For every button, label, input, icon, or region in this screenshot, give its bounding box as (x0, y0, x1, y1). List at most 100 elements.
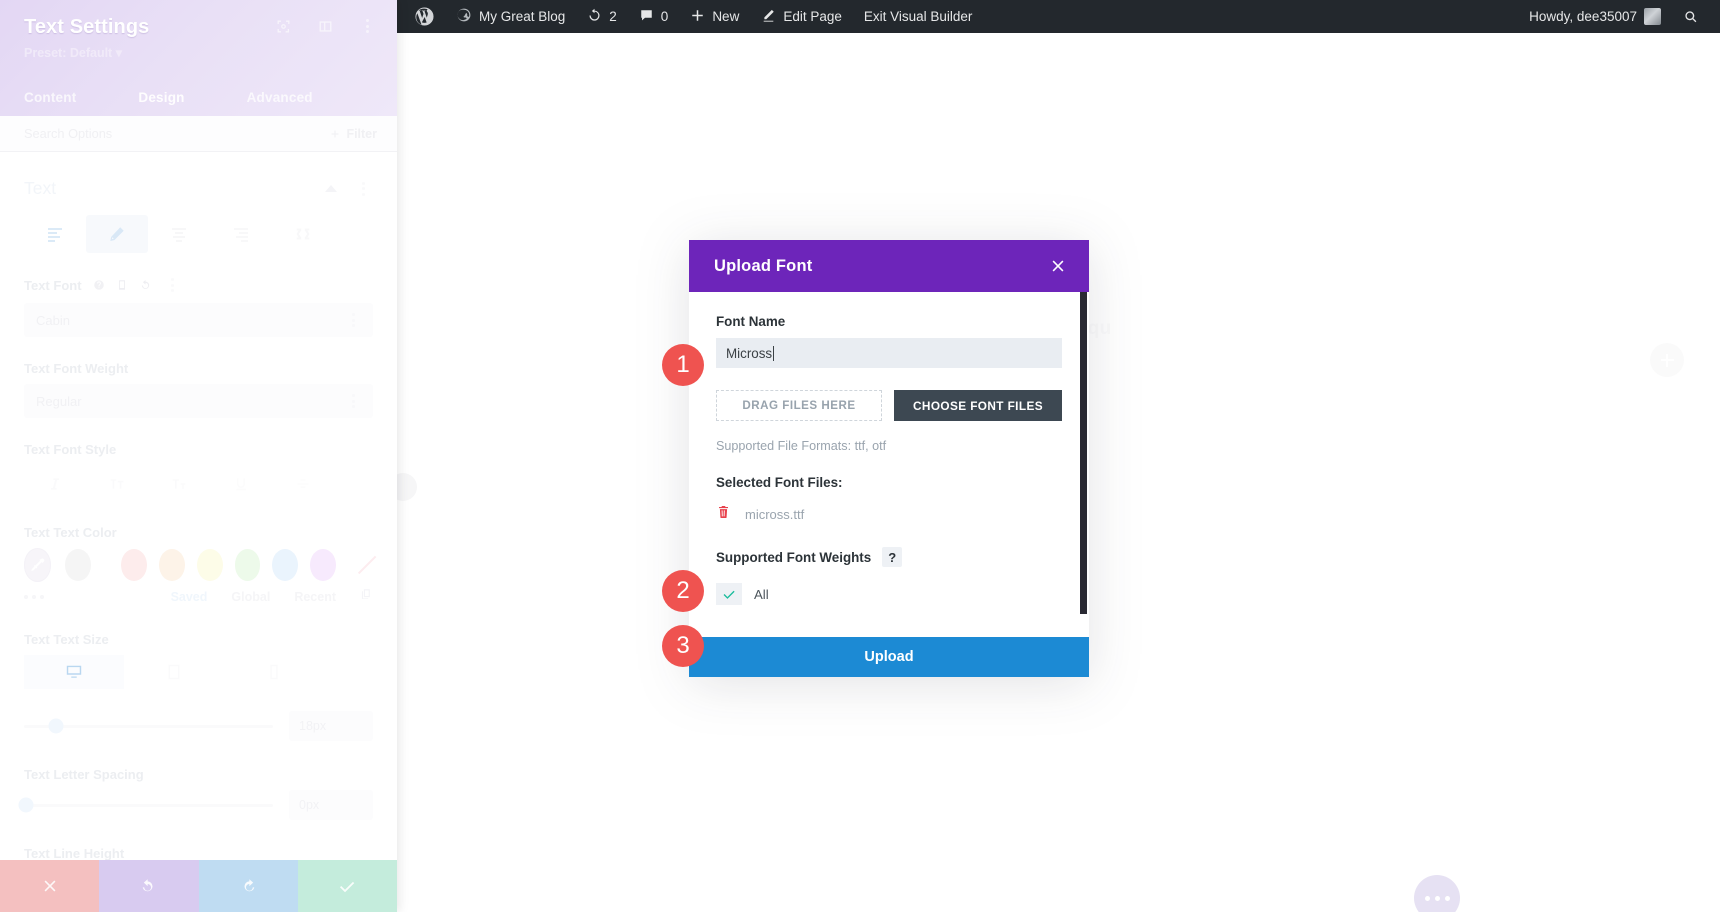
text-font-select[interactable]: Cabin (24, 303, 373, 337)
eyedropper-icon[interactable] (24, 548, 52, 582)
close-icon[interactable] (0, 860, 100, 912)
letter-spacing-slider[interactable] (18, 797, 273, 813)
align-justify-icon[interactable] (272, 215, 334, 253)
close-icon[interactable] (1047, 255, 1069, 277)
kebab-menu-icon[interactable] (357, 16, 377, 36)
search-input[interactable]: Search Options (24, 126, 112, 141)
tab-advanced[interactable]: Advanced (247, 90, 313, 116)
more-dots-icon[interactable] (1414, 875, 1460, 912)
row-handle[interactable] (397, 473, 417, 501)
align-center-icon[interactable] (148, 215, 210, 253)
trash-icon[interactable] (716, 504, 731, 525)
supported-formats-text: Supported File Formats: ttf, otf (716, 439, 887, 453)
uppercase-icon[interactable] (86, 465, 148, 503)
desktop-icon[interactable] (24, 655, 124, 689)
font-name-value: Micross (726, 345, 773, 361)
mobile-icon[interactable] (116, 279, 128, 291)
question-mark-icon[interactable]: ? (882, 547, 903, 567)
text-size-input[interactable]: 18px (289, 711, 373, 741)
text-font-value: Cabin (36, 312, 70, 328)
text-style-icon[interactable] (86, 215, 148, 253)
color-swatch-4[interactable] (234, 549, 261, 581)
plus-circle-icon[interactable] (1650, 343, 1684, 377)
font-name-input[interactable]: Micross (716, 338, 1062, 368)
upload-button[interactable]: Upload (689, 637, 1089, 677)
tab-saved[interactable]: Saved (171, 590, 208, 604)
color-swatch-3[interactable] (196, 549, 223, 581)
slider-knob[interactable] (18, 797, 34, 813)
choose-font-files-button[interactable]: CHOOSE FONT FILES (894, 390, 1062, 421)
layout-icon[interactable] (315, 16, 335, 36)
reset-icon[interactable] (139, 279, 152, 292)
letter-spacing-label-row: Text Letter Spacing (24, 767, 373, 782)
upload-font-modal: Upload Font Font Name Micross DRAG FILES… (689, 240, 1089, 677)
upload-button-label: Upload (864, 649, 914, 665)
text-size-slider[interactable] (24, 718, 273, 734)
underline-icon[interactable] (210, 465, 272, 503)
edit-page-button[interactable]: Edit Page (750, 0, 853, 33)
preset-selector[interactable]: Preset: Default ▾ (24, 45, 373, 60)
text-color-label-row: Text Text Color (24, 525, 373, 540)
comments-menu[interactable]: 0 (628, 0, 680, 33)
site-name-menu[interactable]: My Great Blog (445, 0, 576, 33)
filter-button[interactable]: Filter (330, 127, 377, 141)
step-badge-2: 2 (662, 570, 704, 612)
tab-content[interactable]: Content (24, 90, 76, 116)
file-name: micross.ttf (745, 507, 805, 522)
tablet-icon[interactable] (124, 655, 224, 689)
undo-icon[interactable] (99, 860, 199, 912)
updates-menu[interactable]: 2 (576, 0, 628, 33)
phone-icon[interactable] (224, 655, 324, 689)
color-swatch-6[interactable] (310, 549, 336, 581)
text-font-weight-select[interactable]: Regular (24, 384, 373, 418)
kebab-menu-icon[interactable] (343, 310, 363, 330)
no-color-swatch[interactable] (352, 552, 373, 578)
color-swatch-5[interactable] (272, 549, 299, 581)
color-swatch-2[interactable] (158, 549, 185, 581)
drag-files-label: DRAG FILES HERE (742, 399, 856, 412)
text-size-label: Text Text Size (24, 632, 109, 647)
align-left-icon[interactable] (24, 215, 86, 253)
modal-scrollbar[interactable] (1080, 292, 1087, 614)
new-content-menu[interactable]: New (679, 0, 750, 33)
help-icon[interactable] (93, 279, 105, 291)
target-icon[interactable] (273, 16, 293, 36)
italic-icon[interactable] (24, 465, 86, 503)
weight-option-all[interactable]: All (716, 583, 1062, 605)
exit-visual-builder-button[interactable]: Exit Visual Builder (853, 0, 984, 33)
tab-design[interactable]: Design (138, 90, 184, 116)
color-swatch-1[interactable] (121, 549, 147, 581)
modal-header: Upload Font (689, 240, 1089, 292)
search-icon[interactable] (1672, 0, 1710, 33)
text-font-label-row: Text Font (24, 275, 373, 295)
kebab-menu-icon[interactable] (353, 179, 373, 199)
smallcaps-icon[interactable] (148, 465, 210, 503)
letter-spacing-input[interactable]: 0px (289, 790, 373, 820)
tab-recent[interactable]: Recent (294, 590, 336, 604)
color-swatch-row (24, 548, 373, 582)
copy-icon[interactable] (360, 588, 373, 606)
redo-icon[interactable] (198, 860, 298, 912)
more-dots-icon[interactable] (24, 595, 44, 599)
chevron-up-icon[interactable] (325, 185, 337, 192)
drag-files-dropzone[interactable]: DRAG FILES HERE (716, 390, 882, 421)
step-badge-1: 1 (662, 344, 704, 386)
current-color-swatch[interactable] (65, 549, 92, 581)
text-font-style-label: Text Font Style (24, 442, 117, 457)
section-text[interactable]: Text (24, 152, 373, 209)
check-icon[interactable] (716, 583, 742, 605)
tab-global[interactable]: Global (231, 590, 270, 604)
text-caret (773, 345, 775, 361)
kebab-menu-icon[interactable] (163, 275, 183, 295)
account-menu[interactable]: Howdy, dee35007 (1518, 0, 1672, 33)
check-icon[interactable] (297, 860, 397, 912)
slider-knob[interactable] (48, 718, 64, 734)
wordpress-logo-icon[interactable] (404, 0, 445, 33)
align-right-icon[interactable] (210, 215, 272, 253)
modal-container: Upload Font Font Name Micross DRAG FILES… (689, 240, 1089, 677)
strikethrough-icon[interactable] (272, 465, 334, 503)
modal-title: Upload Font (714, 256, 813, 275)
letter-spacing-label: Text Letter Spacing (24, 767, 144, 782)
preset-label: Preset: Default (24, 46, 113, 60)
kebab-menu-icon[interactable] (343, 391, 363, 411)
